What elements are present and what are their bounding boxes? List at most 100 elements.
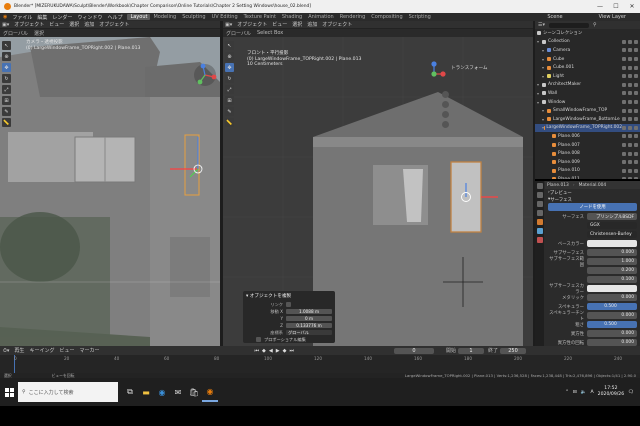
outliner-row[interactable]: Plane.009 <box>535 158 640 167</box>
checkbox-icon[interactable] <box>622 177 626 179</box>
workspace-tab-shading[interactable]: Shading <box>279 14 305 20</box>
outliner-row[interactable]: ▾ LargeWindowFrame_BottomLe <box>535 115 640 124</box>
property-value-field[interactable]: GGX <box>587 222 637 229</box>
timeline-editor-icon[interactable]: ⏱▾ <box>3 348 9 354</box>
outliner-row[interactable]: Plane.006 <box>535 132 640 141</box>
render-tab-icon[interactable] <box>536 192 543 198</box>
checkbox-icon[interactable] <box>622 134 626 139</box>
checkbox-icon[interactable] <box>622 168 626 173</box>
eye-icon[interactable] <box>628 48 632 53</box>
add-menu[interactable]: 追加 <box>307 21 317 28</box>
close-button[interactable]: ✕ <box>624 3 640 10</box>
material-tab-icon[interactable] <box>536 237 543 243</box>
outliner-row[interactable]: ▾ Cube.001 <box>535 63 640 72</box>
camera-icon[interactable] <box>634 74 638 79</box>
scene-tab-icon[interactable] <box>536 210 543 216</box>
select-menu[interactable]: 選択 <box>292 21 302 28</box>
eye-icon[interactable] <box>628 177 632 179</box>
rotate-tool-icon[interactable]: ↻ <box>2 74 11 83</box>
maximize-button[interactable]: ☐ <box>608 3 624 10</box>
outliner-row[interactable]: Plane.010 <box>535 167 640 176</box>
linked-checkbox[interactable] <box>286 302 291 307</box>
checkbox-icon[interactable] <box>622 151 626 156</box>
camera-icon[interactable] <box>634 65 638 70</box>
checkbox-icon[interactable] <box>622 91 626 96</box>
filter-icon[interactable]: ⚲ <box>593 22 597 28</box>
outliner-row[interactable]: ▾ Cube <box>535 55 640 64</box>
scale-tool-icon[interactable]: ⤢ <box>225 85 234 94</box>
modifier-tab-icon[interactable] <box>536 228 543 234</box>
property-value-field[interactable]: 0.000 <box>587 294 637 301</box>
camera-icon[interactable] <box>634 177 638 179</box>
blender-menu-icon[interactable]: ◉ <box>3 14 7 20</box>
property-value-field[interactable]: 0.500 <box>587 321 637 328</box>
property-value-field[interactable]: 0.000 <box>587 249 637 256</box>
eye-icon[interactable] <box>628 39 632 44</box>
camera-icon[interactable] <box>634 134 638 139</box>
menu-render[interactable]: レンダー <box>52 14 72 21</box>
move-tool-icon[interactable]: ✥ <box>225 63 234 72</box>
transform-tool-icon[interactable]: ⊞ <box>2 96 11 105</box>
playback-menu[interactable]: 再生 <box>14 347 24 354</box>
checkbox-icon[interactable] <box>622 65 626 70</box>
eye-icon[interactable] <box>628 91 632 96</box>
measure-tool-icon[interactable]: 📏 <box>2 118 11 127</box>
move-y-field[interactable]: 0 m <box>286 315 332 322</box>
output-tab-icon[interactable] <box>536 201 543 207</box>
navigation-gizmo-icon[interactable] <box>421 61 447 87</box>
clock[interactable]: 17:52 2020/09/26 <box>598 386 624 398</box>
use-nodes-button[interactable]: ノードを使用 <box>548 203 637 211</box>
object-tab-icon[interactable] <box>536 219 543 225</box>
checkbox-icon[interactable] <box>622 82 626 87</box>
camera-icon[interactable] <box>634 108 638 113</box>
store-icon[interactable]: 🛍 <box>186 382 202 402</box>
property-value-field[interactable]: 0.000 <box>587 330 637 337</box>
property-value-field[interactable]: 0.200 <box>587 267 637 274</box>
workspace-tab-animation[interactable]: Animation <box>305 14 337 20</box>
outliner-editor-icon[interactable]: ☰▾ <box>538 22 545 28</box>
start-frame-field[interactable]: 1 <box>457 347 484 354</box>
cursor3d-tool-icon[interactable]: ⊕ <box>2 52 11 61</box>
property-value-field[interactable]: プリンシプルBSDF <box>587 213 637 220</box>
editor-type-icon[interactable]: ▣▾ <box>225 22 232 28</box>
outliner-scene-collection-row[interactable]: シーンコレクション <box>535 29 640 38</box>
camera-icon[interactable] <box>634 100 638 105</box>
eye-icon[interactable] <box>628 151 632 156</box>
play-icon[interactable]: ▶ <box>276 348 280 354</box>
transform-panel-tab[interactable]: トランスフォーム <box>451 65 488 71</box>
next-key-icon[interactable]: ◆ <box>283 348 287 354</box>
checkbox-icon[interactable] <box>622 74 626 79</box>
pan-hand-icon[interactable] <box>442 101 449 108</box>
zoom-icon[interactable] <box>442 91 449 98</box>
prev-key-icon[interactable]: ◆ <box>262 348 266 354</box>
camera-icon[interactable] <box>634 117 638 122</box>
scale-tool-icon[interactable]: ⤢ <box>2 85 11 94</box>
play-reverse-icon[interactable]: ◀ <box>269 348 273 354</box>
material-name-crumb[interactable]: Material.004 <box>579 183 607 188</box>
mode-menu[interactable]: オブジェクト <box>237 21 267 28</box>
view-menu[interactable]: ビュー <box>272 21 287 28</box>
transform-tool-icon[interactable]: ⊞ <box>225 96 234 105</box>
marker-menu[interactable]: マーカー <box>79 347 99 354</box>
outliner-row[interactable]: ▾ Light <box>535 72 640 81</box>
camera-icon[interactable] <box>634 48 638 53</box>
workspace-tab-sculpting[interactable]: Sculpting <box>179 14 208 20</box>
mail-icon[interactable]: ✉ <box>170 382 186 402</box>
network-icon[interactable]: ⊟ <box>573 390 577 395</box>
checkbox-icon[interactable] <box>622 39 626 44</box>
camera-icon[interactable] <box>634 91 638 96</box>
jump-start-icon[interactable]: ⏮ <box>254 348 259 354</box>
outliner-row[interactable]: Plane.007 <box>535 141 640 150</box>
grid-toggle-icon[interactable] <box>442 121 449 128</box>
outliner-row[interactable]: ▾ ArchitectMaker <box>535 81 640 90</box>
camera-icon[interactable] <box>634 151 638 156</box>
checkbox-icon[interactable] <box>622 108 626 113</box>
current-frame-field[interactable]: 0 <box>393 347 434 354</box>
camera-view-icon[interactable] <box>442 111 449 118</box>
ime-language-indicator[interactable]: A <box>591 390 594 395</box>
transform-orientation[interactable]: グローバル <box>3 30 28 37</box>
annotate-tool-icon[interactable]: ✎ <box>225 107 234 116</box>
workspace-tab-uv-editing[interactable]: UV Editing <box>209 14 241 20</box>
menu-help[interactable]: ヘルプ <box>107 14 122 21</box>
property-value-field[interactable]: 0.000 <box>587 312 637 319</box>
